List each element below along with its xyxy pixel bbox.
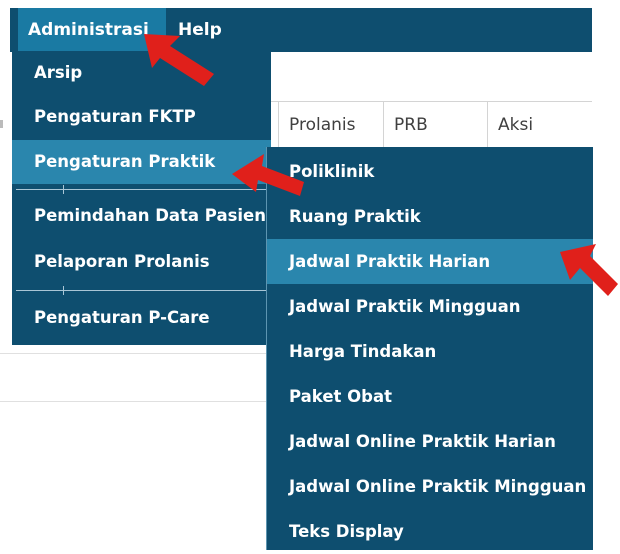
red-arrow-icon [232, 154, 304, 196]
column-header-prb[interactable]: PRB [383, 102, 487, 149]
column-header-prolanis[interactable]: Prolanis [278, 102, 378, 149]
submenu-item-teks-display[interactable]: Teks Display [267, 509, 593, 554]
submenu-item-jadwal-praktik-harian[interactable]: Jadwal Praktik Harian [267, 239, 593, 284]
submenu-item-jadwal-online-praktik-harian[interactable]: Jadwal Online Praktik Harian [267, 419, 593, 464]
submenu-item-poliklinik[interactable]: Poliklinik [267, 149, 593, 194]
submenu-item-jadwal-online-praktik-mingguan[interactable]: Jadwal Online Praktik Mingguan [267, 464, 593, 509]
column-header-aksi[interactable]: Aksi [487, 102, 592, 149]
submenu-item-paket-obat[interactable]: Paket Obat [267, 374, 593, 419]
menu-item-pengaturan-fktp[interactable]: Pengaturan FKTP [12, 95, 271, 139]
background-divider [0, 353, 270, 354]
pengaturan-praktik-submenu: Poliklinik Ruang Praktik Jadwal Praktik … [266, 147, 593, 550]
menu-item-pengaturan-p-care[interactable]: Pengaturan P-Care [12, 296, 271, 340]
submenu-item-harga-tindakan[interactable]: Harga Tindakan [267, 329, 593, 374]
background-tick [0, 120, 3, 128]
submenu-item-ruang-praktik[interactable]: Ruang Praktik [267, 194, 593, 239]
menu-bar: Administrasi Help [10, 8, 592, 52]
background-divider [0, 401, 270, 402]
menu-separator [16, 286, 266, 295]
submenu-item-jadwal-praktik-mingguan[interactable]: Jadwal Praktik Mingguan [267, 284, 593, 329]
red-arrow-icon [560, 244, 618, 296]
red-arrow-icon [144, 34, 214, 86]
menu-item-pelaporan-prolanis[interactable]: Pelaporan Prolanis [12, 240, 271, 284]
